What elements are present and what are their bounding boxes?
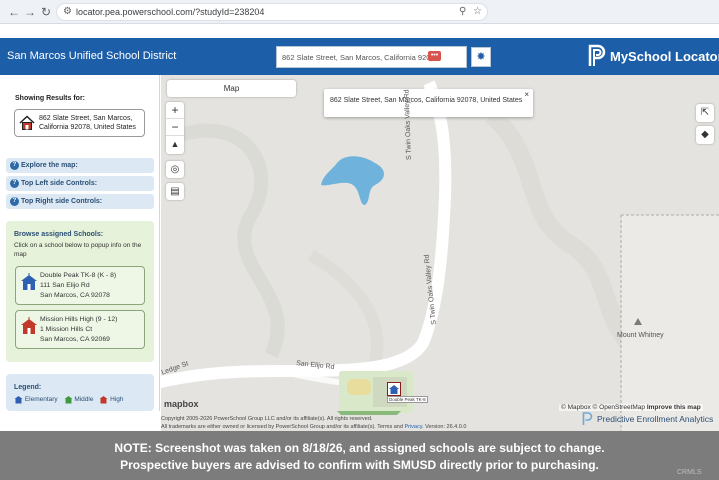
legend-title: Legend: [14, 384, 42, 391]
close-icon[interactable]: × [524, 90, 529, 99]
bookmark-star-icon[interactable]: ☆ [473, 6, 482, 17]
school-card-double-peak[interactable]: Double Peak TK-8 (K - 8) 111 San Elijo R… [15, 266, 145, 305]
layers-button[interactable]: ◆ [696, 126, 714, 144]
map-tab[interactable]: Map [167, 80, 296, 97]
school-marker-label: Double Peak TK-8 [387, 396, 428, 403]
high-school-icon [99, 396, 108, 404]
help-explore-map[interactable]: ? Explore the map: [6, 158, 154, 173]
results-sidebar: Showing Results for: 862 Slate Street, S… [0, 75, 160, 411]
app-header: San Marcos Unified School District ••• ✸… [0, 38, 719, 75]
middle-school-icon [64, 396, 72, 404]
legend-item-elementary: Elementary [14, 395, 58, 404]
fullscreen-button[interactable]: ⇱ [696, 104, 714, 122]
zoom-out-button[interactable]: − [166, 119, 184, 136]
reload-icon[interactable]: ↻ [38, 4, 54, 20]
popup-address: 862 Slate Street, San Marcos, California… [330, 97, 523, 104]
peak-label: Mount Whitney [617, 332, 664, 339]
school-city: San Marcos, CA 92069 [40, 336, 110, 343]
school-card-mission-hills[interactable]: Mission Hills High (9 - 12) 1 Mission Hi… [15, 310, 145, 349]
district-name: San Marcos Unified School District [7, 50, 177, 62]
browser-toolbar: ← → ↻ ⚙ locator.pea.powerschool.com/?stu… [0, 0, 719, 24]
map-terrain [161, 75, 719, 431]
address-bar[interactable]: ⚙ locator.pea.powerschool.com/?studyId=2… [56, 3, 488, 21]
locate-button[interactable]: ✸ [471, 47, 491, 67]
help-icon: ? [10, 160, 19, 170]
house-icon [19, 115, 35, 130]
school-street: 1 Mission Hills Ct [40, 326, 93, 333]
school-name: Double Peak TK-8 (K - 8) [40, 272, 117, 279]
map-attribution: © Mapbox © OpenStreetMap Improve this ma… [559, 404, 703, 411]
crmls-watermark: CRMLS [677, 469, 702, 476]
clear-search-button[interactable]: ••• [428, 51, 441, 61]
address-popup: 862 Slate Street, San Marcos, California… [324, 83, 533, 117]
elementary-school-icon [14, 396, 23, 404]
browse-schools-title: Browse assigned Schools: [14, 231, 104, 238]
disclaimer-banner: NOTE: Screenshot was taken on 8/18/26, a… [0, 431, 719, 480]
searched-address-card[interactable]: 862 Slate Street, San Marcos, California… [14, 109, 145, 137]
compass-button[interactable]: ▲ [166, 136, 184, 153]
school-map-marker[interactable] [387, 382, 401, 396]
high-school-icon [21, 317, 37, 334]
browse-schools-description: Click on a school below to popup info on… [14, 242, 142, 258]
geolocate-button[interactable]: ◎ [166, 161, 184, 178]
school-city: San Marcos, CA 92078 [40, 292, 110, 299]
back-icon[interactable]: ← [6, 4, 22, 20]
mapbox-logo: mapbox [164, 399, 199, 409]
school-street: 111 San Elijo Rd [40, 282, 90, 289]
pea-brand-name: Predictive Enrollment Analytics [597, 414, 714, 424]
measure-ruler-button[interactable]: ▤ [166, 183, 184, 200]
help-top-right-controls[interactable]: ? Top Right side Controls: [6, 194, 154, 209]
privacy-link[interactable]: Privacy [404, 424, 422, 430]
zoom-in-button[interactable]: + [166, 102, 184, 119]
elementary-school-icon [21, 273, 37, 290]
forward-icon[interactable]: → [22, 4, 38, 20]
pea-p-icon [582, 412, 593, 425]
legend: Legend: Elementary Middle High [6, 374, 154, 411]
disclaimer-line-2: Prospective buyers are advised to confir… [120, 458, 599, 472]
searched-address: 862 Slate Street, San Marcos, California… [39, 115, 136, 131]
copyright-text: Copyright 2005-2026 PowerSchool Group LL… [161, 416, 467, 430]
brand-name: MySchool Locator [610, 49, 719, 64]
zoom-icon[interactable]: ⚲ [459, 6, 466, 17]
school-name: Mission Hills High (9 - 12) [40, 316, 118, 323]
help-top-left-controls[interactable]: ? Top Left side Controls: [6, 176, 154, 191]
legend-item-high: High [99, 395, 123, 404]
help-icon: ? [10, 178, 19, 188]
zoom-controls: + − ▲ [166, 102, 184, 154]
site-info-icon[interactable]: ⚙ [63, 6, 72, 17]
disclaimer-line-1: NOTE: Screenshot was taken on 8/18/26, a… [114, 441, 605, 455]
map-canvas[interactable]: Map + − ▲ ◎ ▤ ⇱ ◆ 862 Slate Street, San … [161, 75, 719, 431]
legend-item-middle: Middle [64, 395, 93, 404]
brand-p-icon [588, 44, 606, 66]
url-text: locator.pea.powerschool.com/?studyId=238… [76, 7, 265, 17]
showing-results-label: Showing Results for: [15, 95, 85, 102]
assigned-schools-panel: Browse assigned Schools: Click on a scho… [6, 221, 154, 362]
help-icon: ? [10, 196, 19, 206]
